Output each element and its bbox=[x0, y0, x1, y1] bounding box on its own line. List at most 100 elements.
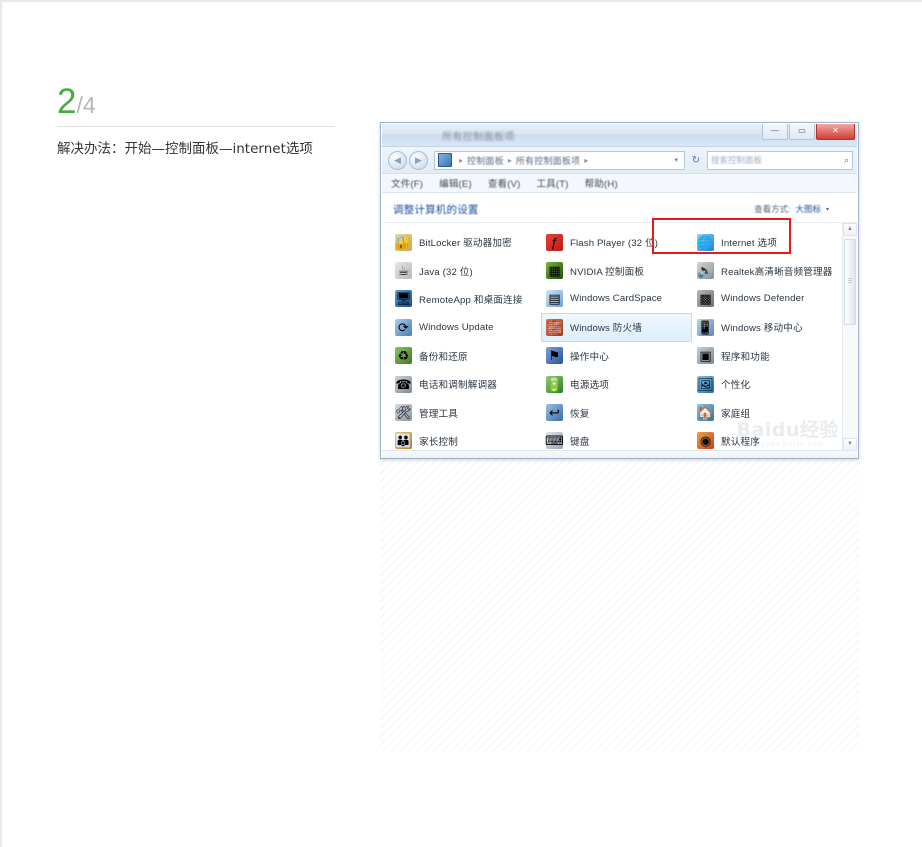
control-panel-item-label: Internet 选项 bbox=[721, 238, 778, 250]
homegroup-icon: 🏠 bbox=[697, 404, 714, 422]
page-title: 调整计算机的设置 bbox=[393, 204, 479, 216]
control-panel-item-backup-restore[interactable]: ♻ 备份和还原 bbox=[390, 342, 541, 370]
address-dropdown-icon[interactable]: ▾ bbox=[670, 156, 682, 164]
control-panel-item-admin-tools[interactable]: 🛠 管理工具 bbox=[390, 398, 541, 426]
search-input[interactable]: 搜索控制面板 bbox=[711, 154, 844, 166]
firewall-icon: 🧱 bbox=[546, 318, 563, 336]
maximize-icon: ▭ bbox=[798, 126, 806, 135]
breadcrumb-item-0[interactable]: 控制面板 bbox=[467, 154, 504, 167]
menu-bar: 文件(F) 编辑(E) 查看(V) 工具(T) 帮助(H) bbox=[382, 174, 857, 193]
window-titlebar[interactable]: 所有控制面板项 — ▭ ✕ bbox=[382, 124, 857, 147]
control-panel-item-remoteapp[interactable]: 🖥 RemoteApp 和桌面连接 bbox=[390, 285, 541, 313]
search-icon: ⌕ bbox=[843, 154, 849, 165]
mobility-center-icon: 📱 bbox=[697, 318, 714, 336]
address-bar[interactable]: ▸ 控制面板 ▸ 所有控制面板项 ▸ ▾ bbox=[434, 150, 685, 170]
parental-controls-icon: 👪 bbox=[395, 432, 412, 450]
control-panel-item-label: 键盘 bbox=[570, 436, 590, 448]
breadcrumb-separator-1: ▸ bbox=[507, 155, 512, 165]
close-button[interactable]: ✕ bbox=[816, 124, 855, 140]
phone-modem-icon: ☎ bbox=[395, 375, 412, 393]
control-panel-item-label: 恢复 bbox=[570, 408, 590, 420]
control-panel-item-power-options[interactable]: 🔋 电源选项 bbox=[541, 370, 692, 398]
navigation-bar: ◀ ▶ ▸ 控制面板 ▸ 所有控制面板项 ▸ ▾ ↻ 搜索控制面板 ⌕ bbox=[382, 147, 857, 174]
menu-view[interactable]: 查看(V) bbox=[488, 176, 521, 190]
control-panel-item-programs-features[interactable]: ▣ 程序和功能 bbox=[692, 342, 843, 370]
cardspace-icon: ▤ bbox=[546, 290, 563, 308]
control-panel-item-mobility-center[interactable]: 📱 Windows 移动中心 bbox=[692, 313, 843, 341]
control-panel-item-label: NVIDIA 控制面板 bbox=[570, 266, 645, 278]
control-panel-item-homegroup[interactable]: 🏠 家庭组 bbox=[692, 398, 843, 426]
control-panel-item-realtek-audio[interactable]: 🔊 Realtek高清晰音频管理器 bbox=[692, 256, 843, 284]
control-panel-item-label: Windows Update bbox=[419, 321, 494, 333]
control-panel-window: 所有控制面板项 — ▭ ✕ ◀ ▶ ▸ 控制面板 ▸ 所有控制面板项 ▸ ▾ ↻… bbox=[380, 122, 859, 459]
forward-icon: ▶ bbox=[415, 154, 422, 165]
control-panel-item-personalization[interactable]: 🖼 个性化 bbox=[692, 370, 843, 398]
menu-help[interactable]: 帮助(H) bbox=[585, 176, 618, 190]
step-total-number: 4 bbox=[82, 92, 96, 118]
step-header: 2/4 解决办法：开始—控制面板—internet选项 bbox=[57, 84, 335, 159]
flash-player-icon: ƒ bbox=[546, 233, 563, 251]
java-icon: ☕ bbox=[395, 262, 412, 280]
control-panel-item-label: 家长控制 bbox=[419, 436, 458, 448]
keyboard-icon: ⌨ bbox=[545, 432, 564, 450]
default-programs-icon: ◉ bbox=[697, 432, 714, 450]
close-icon: ✕ bbox=[832, 126, 839, 135]
step-description: 解决办法：开始—控制面板—internet选项 bbox=[57, 141, 313, 157]
forward-button[interactable]: ▶ bbox=[409, 150, 428, 170]
maximize-button[interactable]: ▭ bbox=[789, 124, 815, 140]
window-content: 调整计算机的设置 查看方式: 大图标 ▾ 🔐 BitLocker 驱动器加密 ƒ Fl… bbox=[382, 193, 857, 458]
control-panel-item-label: 默认程序 bbox=[721, 436, 760, 448]
breadcrumb-item-1[interactable]: 所有控制面板项 bbox=[516, 154, 580, 167]
scroll-up-button[interactable]: ▲ bbox=[843, 223, 857, 236]
chevron-down-icon[interactable]: ▾ bbox=[826, 206, 829, 213]
nav-arrow-group: ◀ ▶ bbox=[388, 150, 428, 170]
menu-file[interactable]: 文件(F) bbox=[391, 176, 423, 190]
control-panel-item-label: 电话和调制解调器 bbox=[419, 380, 497, 392]
scrollbar-grip bbox=[848, 278, 852, 284]
control-panel-row: ☕ Java (32 位) ▦ NVIDIA 控制面板 🔊 Realtek高清晰音频管理器 bbox=[390, 256, 843, 284]
control-panel-grid: 🔐 BitLocker 驱动器加密 ƒ Flash Player (32 位) 🌐 Int… bbox=[382, 223, 843, 451]
minimize-button[interactable]: — bbox=[762, 124, 788, 140]
back-button[interactable]: ◀ bbox=[388, 150, 407, 170]
control-panel-item-bitlocker[interactable]: 🔐 BitLocker 驱动器加密 bbox=[390, 228, 541, 256]
refresh-button[interactable]: ↻ bbox=[688, 152, 704, 169]
window-controls: — ▭ ✕ bbox=[762, 124, 855, 140]
search-box[interactable]: 搜索控制面板 ⌕ bbox=[707, 150, 853, 170]
control-panel-item-action-center[interactable]: ⚑ 操作中心 bbox=[541, 342, 692, 370]
control-panel-item-recovery[interactable]: ↩ 恢复 bbox=[541, 398, 692, 426]
control-panel-item-defender[interactable]: ▩ Windows Defender bbox=[692, 285, 843, 313]
defender-icon: ▩ bbox=[697, 290, 714, 308]
menu-edit[interactable]: 编辑(E) bbox=[439, 176, 472, 190]
nvidia-icon: ▦ bbox=[546, 262, 563, 280]
view-by-value[interactable]: 大图标 bbox=[795, 203, 821, 215]
recovery-icon: ↩ bbox=[546, 404, 563, 422]
control-panel-item-label: Windows Defender bbox=[721, 293, 805, 305]
scrollbar-thumb[interactable] bbox=[844, 239, 856, 325]
vertical-scrollbar[interactable]: ▲ ▼ bbox=[842, 223, 857, 451]
control-panel-item-internet-options[interactable]: 🌐 Internet 选项 bbox=[692, 228, 843, 256]
view-by-control[interactable]: 查看方式: 大图标 ▾ bbox=[754, 203, 829, 215]
control-panel-row: ☎ 电话和调制解调器 🔋 电源选项 🖼 个性化 bbox=[390, 370, 843, 398]
control-panel-item-flash-player[interactable]: ƒ Flash Player (32 位) bbox=[541, 228, 692, 256]
control-panel-item-firewall[interactable]: 🧱 Windows 防火墙 bbox=[541, 313, 692, 342]
control-panel-item-label: Flash Player (32 位) bbox=[570, 238, 659, 250]
control-panel-item-cardspace[interactable]: ▤ Windows CardSpace bbox=[541, 285, 692, 313]
step-divider bbox=[57, 126, 335, 127]
bitlocker-icon: 🔐 bbox=[395, 233, 412, 251]
menu-tools[interactable]: 工具(T) bbox=[536, 176, 568, 190]
personalization-icon: 🖼 bbox=[697, 375, 714, 393]
horizontal-scroll-strip[interactable] bbox=[382, 450, 857, 458]
control-panel-item-java[interactable]: ☕ Java (32 位) bbox=[390, 256, 541, 284]
control-panel-item-phone-modem[interactable]: ☎ 电话和调制解调器 bbox=[390, 370, 541, 398]
action-center-icon: ⚑ bbox=[546, 347, 563, 365]
control-panel-item-windows-update[interactable]: ⟳ Windows Update bbox=[390, 313, 541, 341]
step-counter: 2/4 bbox=[57, 84, 335, 122]
control-panel-item-label: RemoteApp 和桌面连接 bbox=[419, 294, 523, 306]
control-panel-row: ♻ 备份和还原 ⚑ 操作中心 ▣ 程序和功能 bbox=[390, 342, 843, 370]
realtek-audio-icon: 🔊 bbox=[697, 262, 714, 280]
control-panel-item-nvidia[interactable]: ▦ NVIDIA 控制面板 bbox=[541, 256, 692, 284]
power-options-icon: 🔋 bbox=[546, 375, 563, 393]
back-icon: ◀ bbox=[394, 154, 401, 165]
breadcrumb-separator-2[interactable]: ▸ bbox=[584, 156, 588, 165]
view-by-label: 查看方式: bbox=[754, 204, 791, 214]
